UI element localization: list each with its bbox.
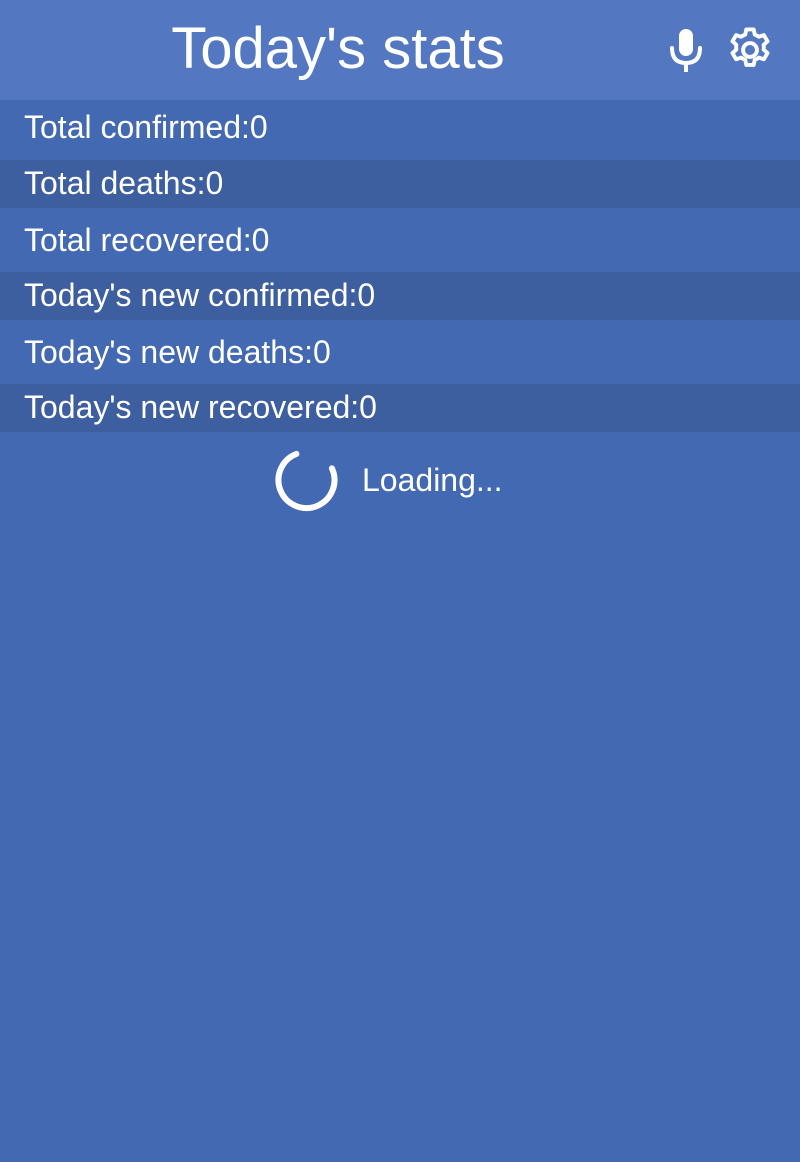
spinner-icon (275, 450, 338, 512)
loading-indicator: Loading... (274, 448, 503, 512)
gear-icon (730, 27, 770, 67)
stat-new-confirmed: Today's new confirmed:0 (0, 272, 800, 320)
microphone-icon (670, 29, 702, 72)
stats-list: Total confirmed:0 Total deaths:0 Total r… (0, 100, 800, 432)
stat-total-recovered: Total recovered:0 (0, 208, 800, 272)
app-header: Today's stats (0, 0, 800, 100)
stat-new-deaths: Today's new deaths:0 (0, 320, 800, 384)
stat-total-confirmed: Total confirmed:0 (0, 100, 800, 160)
stat-total-deaths: Total deaths:0 (0, 160, 800, 208)
page-title: Today's stats (171, 16, 505, 81)
voice-input-button[interactable] (658, 22, 714, 78)
settings-button[interactable] (722, 22, 778, 78)
stat-new-recovered: Today's new recovered:0 (0, 384, 800, 432)
loading-text: Loading... (362, 462, 503, 498)
